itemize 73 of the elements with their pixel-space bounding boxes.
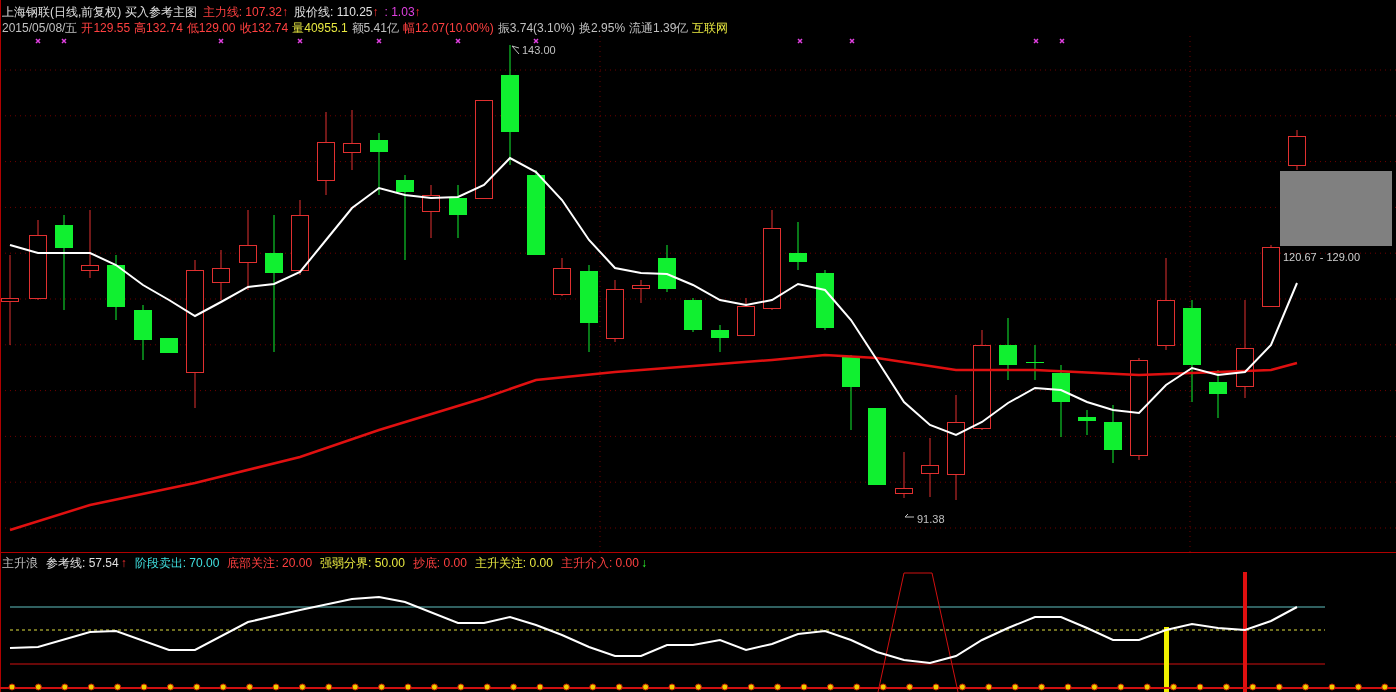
legend-text: 上海钢联(日线,前复权) 买入参考主图 — [2, 4, 197, 20]
candlestick — [134, 304, 152, 361]
candlestick — [553, 257, 571, 297]
cross-mark-icon — [297, 38, 303, 44]
legend-text: 换2.95% — [579, 20, 626, 36]
cross-mark-icon — [1059, 38, 1065, 44]
legend-text: : 1.03 — [384, 4, 415, 20]
candlestick — [160, 337, 178, 354]
candlestick — [1288, 129, 1306, 171]
legend-text: 阶段卖出: 70.00 — [134, 555, 220, 571]
cross-mark-icon — [533, 38, 539, 44]
candlestick — [921, 437, 939, 498]
candlestick — [422, 184, 440, 239]
legend-text: 开129.55 — [81, 20, 131, 36]
legend-text: 2015/05/08/五 — [2, 20, 78, 36]
legend-text: 主力线: 107.32 — [202, 4, 283, 20]
candlestick — [684, 297, 702, 333]
candlestick — [1078, 409, 1096, 436]
legend-text: 抄底: 0.00 — [412, 555, 467, 571]
legend-text: 幅12.07(10.00%) — [402, 20, 494, 36]
signal-bar — [1164, 627, 1169, 692]
candlestick — [343, 109, 361, 171]
candlestick — [999, 317, 1017, 381]
legend-text: 主升介入: 0.00 — [560, 555, 639, 571]
arrow-text: ↑ — [120, 555, 127, 571]
legend-text: 收132.74 — [239, 20, 289, 36]
legend-text: 额5.41亿 — [351, 20, 399, 36]
legend-text: 主升关注: 0.00 — [474, 555, 553, 571]
cross-mark-icon — [218, 38, 224, 44]
legend-text: 互联网 — [692, 20, 729, 36]
candlestick — [212, 249, 230, 301]
cross-mark-icon — [455, 38, 461, 44]
candlestick — [107, 254, 125, 321]
candlestick — [895, 451, 913, 499]
candlestick — [632, 279, 650, 304]
legend-text: 主升浪 — [2, 555, 38, 571]
candlestick — [789, 221, 807, 271]
arrow-text: ↓ — [640, 555, 647, 571]
low-price-label: 91.38 — [917, 512, 945, 527]
cross-mark-icon — [849, 38, 855, 44]
legend-text: 低129.00 — [186, 20, 236, 36]
candlestick — [1209, 369, 1227, 419]
arrow-text: ↑ — [282, 4, 289, 20]
candlestick — [737, 297, 755, 337]
candlestick — [370, 132, 388, 196]
leader-line — [904, 513, 915, 518]
candlestick — [658, 244, 676, 293]
arrow-text: ↑ — [414, 4, 421, 20]
cross-mark-icon — [35, 38, 41, 44]
candlestick — [81, 209, 99, 279]
candlestick — [1104, 404, 1122, 464]
candlestick — [1262, 244, 1280, 308]
legend-text: 高132.74 — [134, 20, 183, 36]
arrow-text: ↑ — [372, 4, 379, 20]
legend-text: 量40955.1 — [292, 20, 348, 36]
legend-text: 流通1.39亿 — [629, 20, 689, 36]
range-label: 120.67 - 129.00 — [1283, 250, 1361, 265]
legend-text: 振3.74(3.10%) — [497, 20, 576, 36]
candlestick — [711, 324, 729, 353]
cross-mark-icon — [61, 38, 67, 44]
cross-mark-icon — [797, 38, 803, 44]
legend-text: 参考线: 57.54 — [46, 555, 119, 571]
cross-mark-icon — [376, 38, 382, 44]
legend-text: 股价线: 110.25 — [294, 4, 373, 20]
high-price-label: 143.00 — [522, 43, 556, 58]
candlestick — [606, 279, 624, 343]
legend-text: 强弱分界: 50.00 — [320, 555, 405, 571]
leader-line — [511, 45, 520, 55]
candlestick — [449, 184, 467, 239]
candlestick — [1026, 344, 1044, 381]
legend-text: 底部关注: 20.00 — [227, 555, 313, 571]
cross-mark-icon — [1033, 38, 1039, 44]
candlestick — [816, 269, 834, 331]
